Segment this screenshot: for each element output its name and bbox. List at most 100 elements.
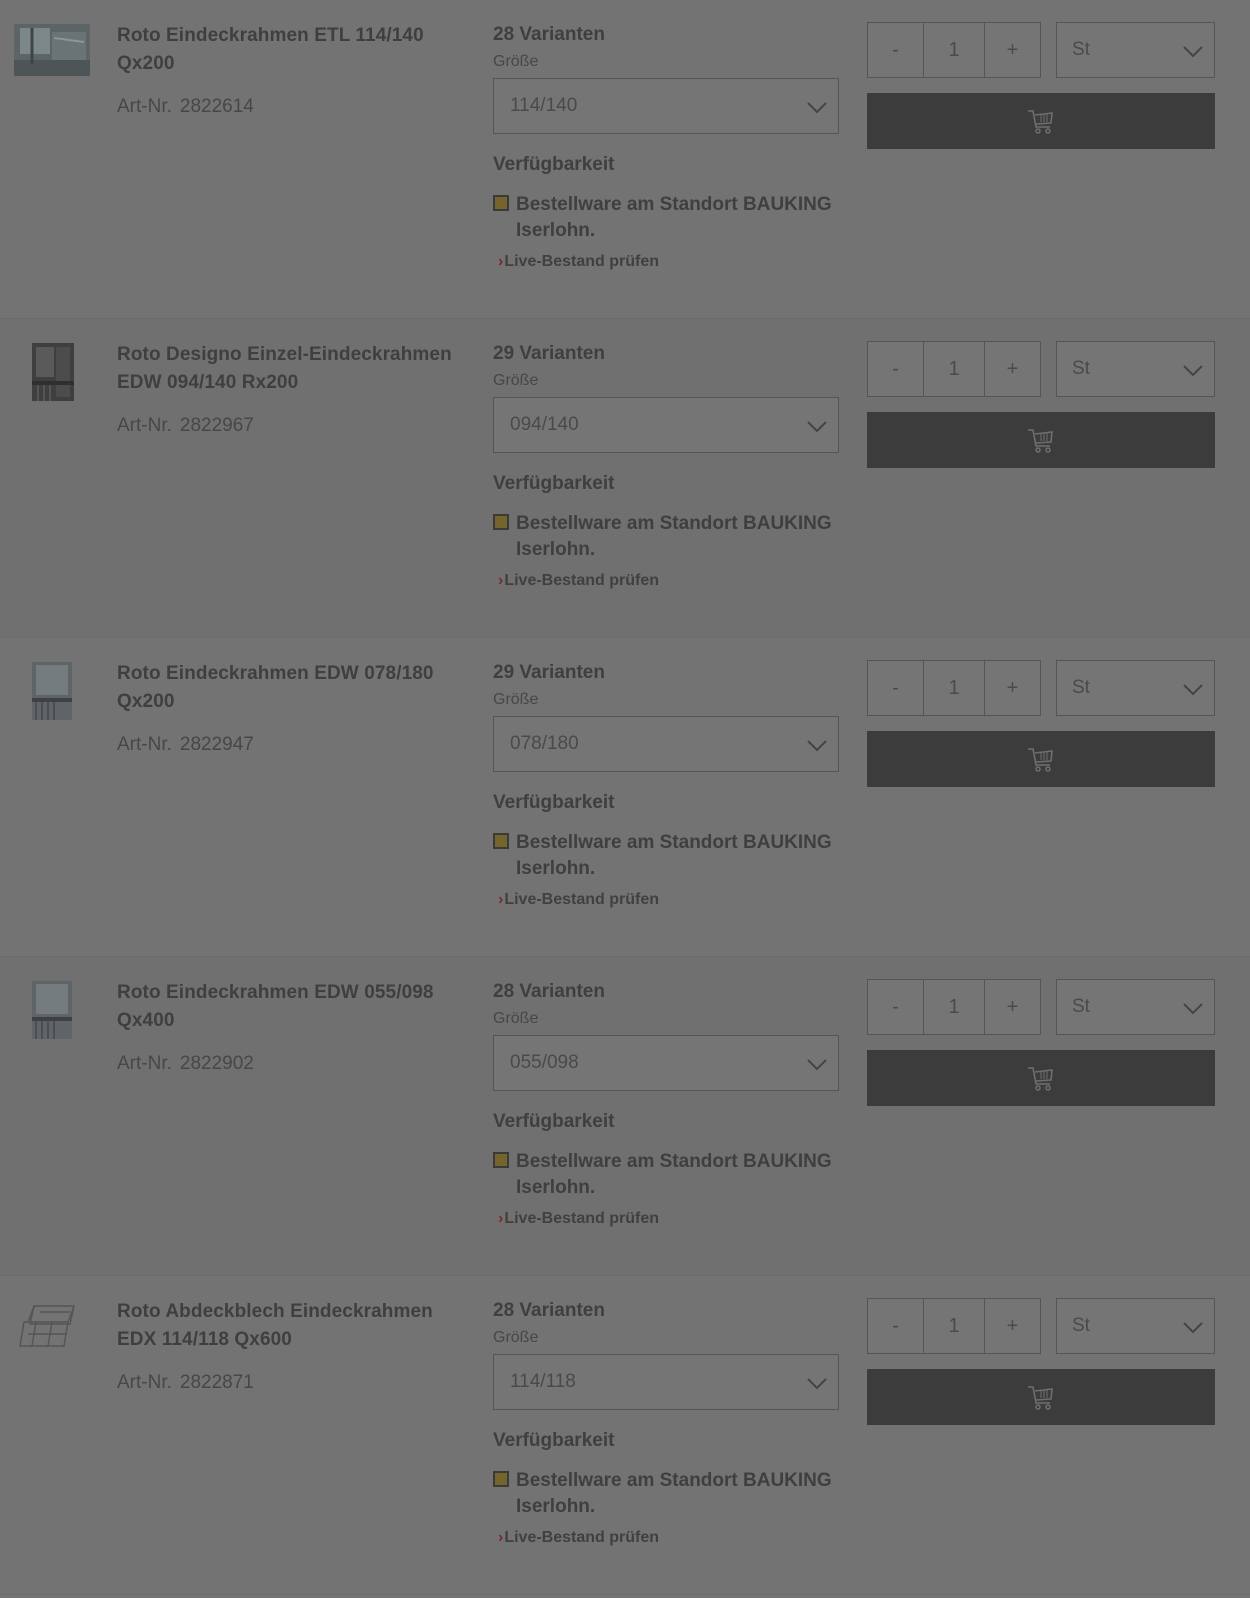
variant-count: 28 Varianten [493,981,605,1002]
decrease-quantity-button[interactable]: - [867,660,924,716]
size-select[interactable]: 114/118 [493,1354,839,1410]
status-indicator-icon [493,195,509,211]
availability-title: Verfügbarkeit [493,473,615,494]
unit-select-value: St [1072,996,1090,1017]
product-title[interactable]: Roto Eindeckrahmen EDW 055/098 Qx400 [117,979,452,1035]
flashing-photo-icon [32,343,74,401]
increase-quantity-button[interactable]: + [984,341,1041,397]
cart-icon [1028,110,1053,134]
size-select[interactable]: 094/140 [493,397,839,453]
availability-text: Bestellware am Standort BAUKING Iserlohn… [516,513,832,560]
article-number-label: Art-Nr. [117,1053,172,1074]
chevron-down-icon [1183,1322,1203,1334]
status-indicator-icon [493,1471,509,1487]
add-to-cart-button[interactable] [867,1369,1215,1425]
product-title[interactable]: Roto Abdeckblech Eindeckrahmen EDX 114/1… [117,1298,452,1354]
unit-select-value: St [1072,358,1090,379]
product-thumbnail[interactable] [14,981,90,1039]
decrease-quantity-button[interactable]: - [867,22,924,78]
unit-select[interactable]: St [1056,22,1215,78]
live-stock-link[interactable]: ›Live-Bestand prüfen [498,890,845,910]
product-list: Roto Eindeckrahmen ETL 114/140 Qx200 Art… [0,0,1250,1595]
cart-icon [1028,1386,1053,1410]
live-stock-link[interactable]: ›Live-Bestand prüfen [498,252,845,272]
chevron-down-icon [807,740,827,752]
article-number: Art-Nr. 2822947 [117,734,452,756]
quantity-stepper: - 1 + [867,1298,1041,1354]
quantity-input[interactable]: 1 [924,22,984,78]
chevron-right-icon: › [498,1529,504,1546]
size-select[interactable]: 114/140 [493,78,839,134]
increase-quantity-button[interactable]: + [984,979,1041,1035]
status-indicator-icon [493,1152,509,1168]
product-title[interactable]: Roto Eindeckrahmen EDW 078/180 Qx200 [117,660,452,716]
size-select[interactable]: 055/098 [493,1035,839,1091]
product-thumbnail[interactable] [14,1300,90,1352]
flashing-photo-icon [32,662,72,720]
availability-status: Bestellware am Standort BAUKING Iserlohn… [493,1468,845,1520]
product-row: Roto Eindeckrahmen EDW 055/098 Qx400 Art… [0,957,1250,1276]
live-stock-link-label: Live-Bestand prüfen [504,891,660,908]
product-row: Roto Eindeckrahmen EDW 078/180 Qx200 Art… [0,638,1250,957]
increase-quantity-button[interactable]: + [984,660,1041,716]
size-select-value: 114/140 [510,95,578,116]
add-to-cart-button[interactable] [867,93,1215,149]
unit-select[interactable]: St [1056,1298,1215,1354]
size-label: Größe [493,691,539,708]
size-select-value: 078/180 [510,733,579,754]
product-title[interactable]: Roto Eindeckrahmen ETL 114/140 Qx200 [117,22,452,78]
increase-quantity-button[interactable]: + [984,22,1041,78]
chevron-down-icon [807,421,827,433]
article-number: Art-Nr. 2822902 [117,1053,452,1075]
variant-count: 29 Varianten [493,343,605,364]
product-thumbnail[interactable] [14,662,90,720]
flashing-photo-icon [32,981,72,1039]
variant-count: 29 Varianten [493,662,605,683]
unit-select[interactable]: St [1056,660,1215,716]
availability-text: Bestellware am Standort BAUKING Iserlohn… [516,1151,832,1198]
chevron-right-icon: › [498,891,504,908]
chevron-right-icon: › [498,1210,504,1227]
article-number-label: Art-Nr. [117,96,172,117]
availability-title: Verfügbarkeit [493,1111,615,1132]
live-stock-link-label: Live-Bestand prüfen [504,572,660,589]
quantity-input[interactable]: 1 [924,979,984,1035]
add-to-cart-button[interactable] [867,731,1215,787]
availability-status: Bestellware am Standort BAUKING Iserlohn… [493,192,845,244]
cart-icon [1028,748,1053,772]
size-select-value: 055/098 [510,1052,579,1073]
add-to-cart-button[interactable] [867,1050,1215,1106]
availability-text: Bestellware am Standort BAUKING Iserlohn… [516,194,832,241]
quantity-input[interactable]: 1 [924,341,984,397]
chevron-right-icon: › [498,253,504,270]
article-number-value: 2822614 [179,96,254,117]
unit-select[interactable]: St [1056,979,1215,1035]
status-indicator-icon [493,833,509,849]
size-label: Größe [493,1010,539,1027]
decrease-quantity-button[interactable]: - [867,341,924,397]
article-number-value: 2822902 [179,1053,254,1074]
quantity-input[interactable]: 1 [924,1298,984,1354]
live-stock-link[interactable]: ›Live-Bestand prüfen [498,1528,845,1548]
live-stock-link[interactable]: ›Live-Bestand prüfen [498,1209,845,1229]
product-title[interactable]: Roto Designo Einzel-Eindeckrahmen EDW 09… [117,341,452,397]
chevron-down-icon [1183,1003,1203,1015]
decrease-quantity-button[interactable]: - [867,1298,924,1354]
article-number-value: 2822947 [179,734,254,755]
product-thumbnail[interactable] [14,343,90,401]
product-thumbnail[interactable] [14,24,90,76]
decrease-quantity-button[interactable]: - [867,979,924,1035]
size-select[interactable]: 078/180 [493,716,839,772]
cart-icon [1028,1067,1053,1091]
quantity-input[interactable]: 1 [924,660,984,716]
unit-select[interactable]: St [1056,341,1215,397]
live-stock-link-label: Live-Bestand prüfen [504,1529,660,1546]
cart-icon [1028,429,1053,453]
add-to-cart-button[interactable] [867,412,1215,468]
article-number-label: Art-Nr. [117,1372,172,1393]
live-stock-link[interactable]: ›Live-Bestand prüfen [498,571,845,591]
increase-quantity-button[interactable]: + [984,1298,1041,1354]
chevron-down-icon [1183,46,1203,58]
chevron-down-icon [807,1059,827,1071]
product-row: Roto Designo Einzel-Eindeckrahmen EDW 09… [0,319,1250,638]
